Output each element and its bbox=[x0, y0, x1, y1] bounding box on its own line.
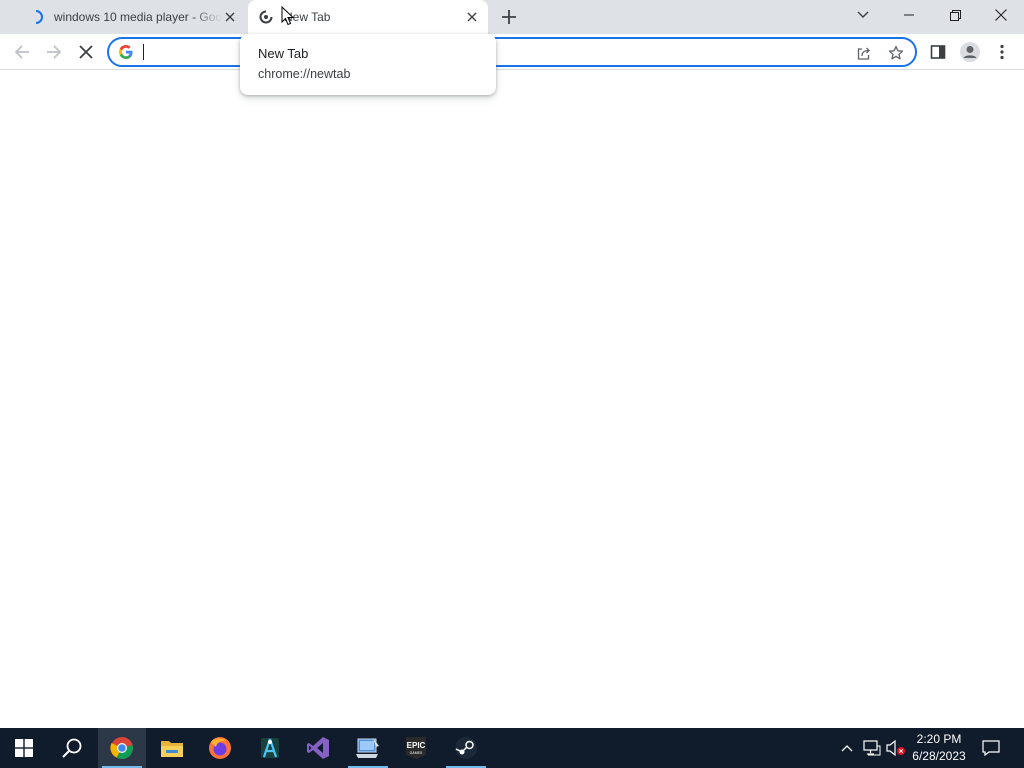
kebab-menu-icon bbox=[1000, 44, 1004, 60]
share-icon[interactable] bbox=[853, 42, 875, 64]
search-button[interactable] bbox=[48, 728, 96, 768]
side-panel-icon bbox=[930, 45, 946, 59]
taskbar-epic-games[interactable]: EPIC GAMES bbox=[392, 728, 440, 768]
forward-arrow-icon bbox=[47, 45, 62, 59]
mouse-cursor-icon bbox=[281, 6, 295, 26]
chevron-up-icon bbox=[841, 745, 853, 752]
back-arrow-icon bbox=[14, 45, 29, 59]
svg-text:GAMES: GAMES bbox=[410, 751, 423, 755]
loading-spinner-icon bbox=[28, 9, 44, 25]
close-window-button[interactable] bbox=[978, 0, 1024, 30]
google-g-icon bbox=[118, 44, 134, 60]
plus-icon bbox=[502, 10, 516, 24]
start-button[interactable] bbox=[0, 728, 48, 768]
taskbar-android-studio[interactable] bbox=[246, 728, 294, 768]
profile-icon bbox=[960, 42, 980, 62]
chrome-icon bbox=[110, 737, 133, 760]
chrome-menu-button[interactable] bbox=[988, 38, 1016, 66]
network-button[interactable] bbox=[860, 728, 884, 768]
loading-spinner-icon bbox=[258, 9, 274, 25]
tab-search-button[interactable] bbox=[840, 0, 886, 30]
taskbar-control-panel[interactable] bbox=[344, 728, 392, 768]
taskbar-chrome[interactable] bbox=[98, 728, 146, 768]
side-panel-button[interactable] bbox=[924, 38, 952, 66]
profile-button[interactable] bbox=[956, 38, 984, 66]
new-tab-button[interactable] bbox=[498, 7, 520, 27]
clock-time: 2:20 PM bbox=[916, 732, 962, 746]
windows-taskbar: EPIC GAMES 2:20 PM 6/28/2023 bbox=[0, 728, 1024, 768]
network-icon bbox=[863, 740, 881, 756]
address-bar[interactable] bbox=[107, 37, 917, 67]
browser-toolbar bbox=[0, 34, 1024, 70]
close-tab-icon[interactable] bbox=[222, 9, 238, 25]
tab-title: windows 10 media player - Google Search bbox=[54, 10, 222, 24]
volume-muted-icon bbox=[886, 740, 905, 756]
hover-card-url: chrome://newtab bbox=[258, 67, 351, 81]
forward-button[interactable] bbox=[40, 38, 68, 66]
page-content bbox=[0, 71, 1024, 728]
star-icon[interactable] bbox=[885, 42, 907, 64]
notification-icon bbox=[982, 740, 1000, 756]
tab-title: New Tab bbox=[284, 10, 331, 24]
steam-icon bbox=[455, 737, 477, 759]
show-hidden-icons-button[interactable] bbox=[836, 728, 858, 768]
tab-hover-card: New Tab chrome://newtab bbox=[240, 34, 496, 95]
tab-google-search[interactable]: windows 10 media player - Google Search bbox=[18, 0, 246, 34]
restore-button[interactable] bbox=[932, 0, 978, 30]
visual-studio-icon bbox=[307, 737, 329, 759]
folder-icon bbox=[161, 741, 183, 757]
epic-games-icon: EPIC GAMES bbox=[406, 737, 426, 759]
tab-strip: windows 10 media player - Google Search … bbox=[0, 0, 1024, 34]
stop-loading-icon bbox=[79, 45, 93, 59]
taskbar-steam[interactable] bbox=[442, 728, 490, 768]
hover-card-title: New Tab bbox=[258, 46, 309, 61]
minimize-icon bbox=[904, 14, 914, 16]
svg-text:EPIC: EPIC bbox=[407, 741, 426, 750]
text-caret bbox=[143, 44, 144, 60]
stop-loading-button[interactable] bbox=[72, 38, 100, 66]
search-icon bbox=[62, 738, 82, 758]
close-icon bbox=[995, 9, 1007, 21]
restore-icon bbox=[949, 9, 961, 21]
clock-date: 6/28/2023 bbox=[912, 749, 966, 763]
firefox-icon bbox=[209, 737, 231, 759]
minimize-button[interactable] bbox=[886, 0, 932, 30]
close-tab-icon[interactable] bbox=[464, 9, 480, 25]
taskbar-file-explorer[interactable] bbox=[148, 728, 196, 768]
windows-logo-icon bbox=[15, 739, 33, 757]
taskbar-visual-studio[interactable] bbox=[294, 728, 342, 768]
volume-button[interactable] bbox=[884, 728, 908, 768]
taskbar-firefox[interactable] bbox=[196, 728, 244, 768]
action-center-button[interactable] bbox=[976, 728, 1006, 768]
android-studio-icon bbox=[261, 738, 279, 758]
taskbar-clock[interactable]: 2:20 PM 6/28/2023 bbox=[906, 731, 972, 765]
back-button[interactable] bbox=[8, 38, 36, 66]
chevron-down-icon bbox=[857, 11, 869, 18]
control-panel-icon bbox=[356, 738, 379, 758]
